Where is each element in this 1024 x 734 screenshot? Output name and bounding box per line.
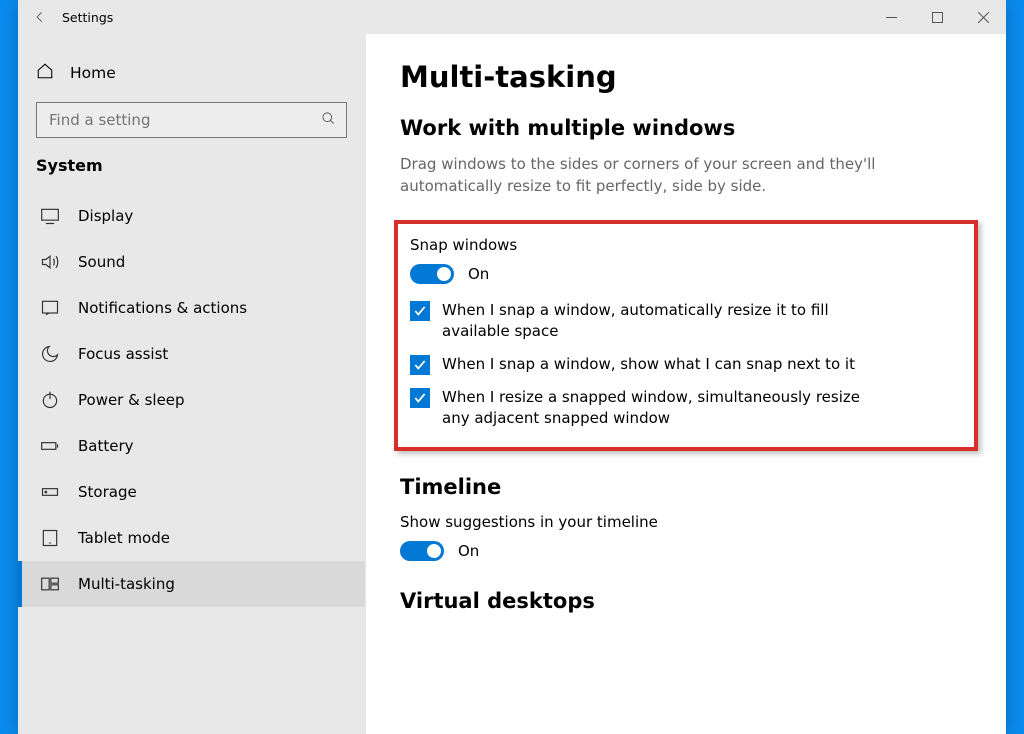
search-input-container[interactable] <box>36 102 347 138</box>
sidebar-item-label: Sound <box>78 253 125 271</box>
sidebar-item-multi-tasking[interactable]: Multi-tasking <box>18 561 365 607</box>
sidebar-item-label: Battery <box>78 437 134 455</box>
snap-resize-checkbox[interactable] <box>410 388 430 408</box>
search-input[interactable] <box>47 110 321 130</box>
home-label: Home <box>70 64 116 82</box>
sidebar-item-display[interactable]: Display <box>18 193 365 239</box>
sidebar-item-focus-assist[interactable]: Focus assist <box>18 331 365 377</box>
page-title: Multi-tasking <box>400 60 972 94</box>
home-icon <box>36 62 54 84</box>
battery-icon <box>40 436 60 456</box>
section-heading: Virtual desktops <box>400 589 972 613</box>
sidebar-item-label: Storage <box>78 483 137 501</box>
snap-resize-label: When I resize a snapped window, simultan… <box>442 387 882 429</box>
minimize-button[interactable] <box>868 0 914 34</box>
snap-suggest-checkbox[interactable] <box>410 355 430 375</box>
sidebar-item-power-sleep[interactable]: Power & sleep <box>18 377 365 423</box>
maximize-button[interactable] <box>914 0 960 34</box>
display-icon <box>40 206 60 226</box>
timeline-label: Show suggestions in your timeline <box>400 513 972 531</box>
sidebar-item-notifications[interactable]: Notifications & actions <box>18 285 365 331</box>
notifications-icon <box>40 298 60 318</box>
content-pane: Multi-tasking Work with multiple windows… <box>366 34 1006 734</box>
back-button[interactable] <box>18 0 62 34</box>
titlebar: Settings <box>18 0 1006 34</box>
sidebar-item-label: Power & sleep <box>78 391 185 409</box>
sidebar-item-sound[interactable]: Sound <box>18 239 365 285</box>
snap-suggest-label: When I snap a window, show what I can sn… <box>442 354 855 375</box>
sidebar-item-label: Tablet mode <box>78 529 170 547</box>
sidebar-nav: Display Sound Notifications & actions Fo… <box>18 193 365 734</box>
snap-windows-label: Snap windows <box>410 236 962 254</box>
sidebar-item-label: Multi-tasking <box>78 575 175 593</box>
home-nav[interactable]: Home <box>18 52 365 102</box>
sidebar-item-storage[interactable]: Storage <box>18 469 365 515</box>
snap-windows-toggle[interactable] <box>410 264 454 284</box>
sidebar-item-label: Display <box>78 207 133 225</box>
tablet-icon <box>40 528 60 548</box>
snap-fill-label: When I snap a window, automatically resi… <box>442 300 882 342</box>
storage-icon <box>40 482 60 502</box>
section-heading: Work with multiple windows <box>400 116 972 140</box>
power-icon <box>40 390 60 410</box>
close-button[interactable] <box>960 0 1006 34</box>
sidebar-item-battery[interactable]: Battery <box>18 423 365 469</box>
sound-icon <box>40 252 60 272</box>
timeline-toggle[interactable] <box>400 541 444 561</box>
snap-windows-state: On <box>468 265 489 283</box>
sidebar-item-tablet-mode[interactable]: Tablet mode <box>18 515 365 561</box>
settings-window: Settings Home Syste <box>18 0 1006 734</box>
multitasking-icon <box>40 574 60 594</box>
section-heading: Timeline <box>400 475 972 499</box>
sidebar: Home System Display Sound <box>18 34 366 734</box>
snap-settings-highlight: Snap windows On When I snap a window, au… <box>394 220 978 451</box>
timeline-state: On <box>458 542 479 560</box>
snap-fill-checkbox[interactable] <box>410 301 430 321</box>
window-title: Settings <box>62 10 113 25</box>
sidebar-item-label: Focus assist <box>78 345 168 363</box>
sidebar-item-label: Notifications & actions <box>78 299 247 317</box>
focus-icon <box>40 344 60 364</box>
search-icon <box>321 111 336 130</box>
sidebar-category: System <box>18 156 365 193</box>
section-description: Drag windows to the sides or corners of … <box>400 154 972 198</box>
